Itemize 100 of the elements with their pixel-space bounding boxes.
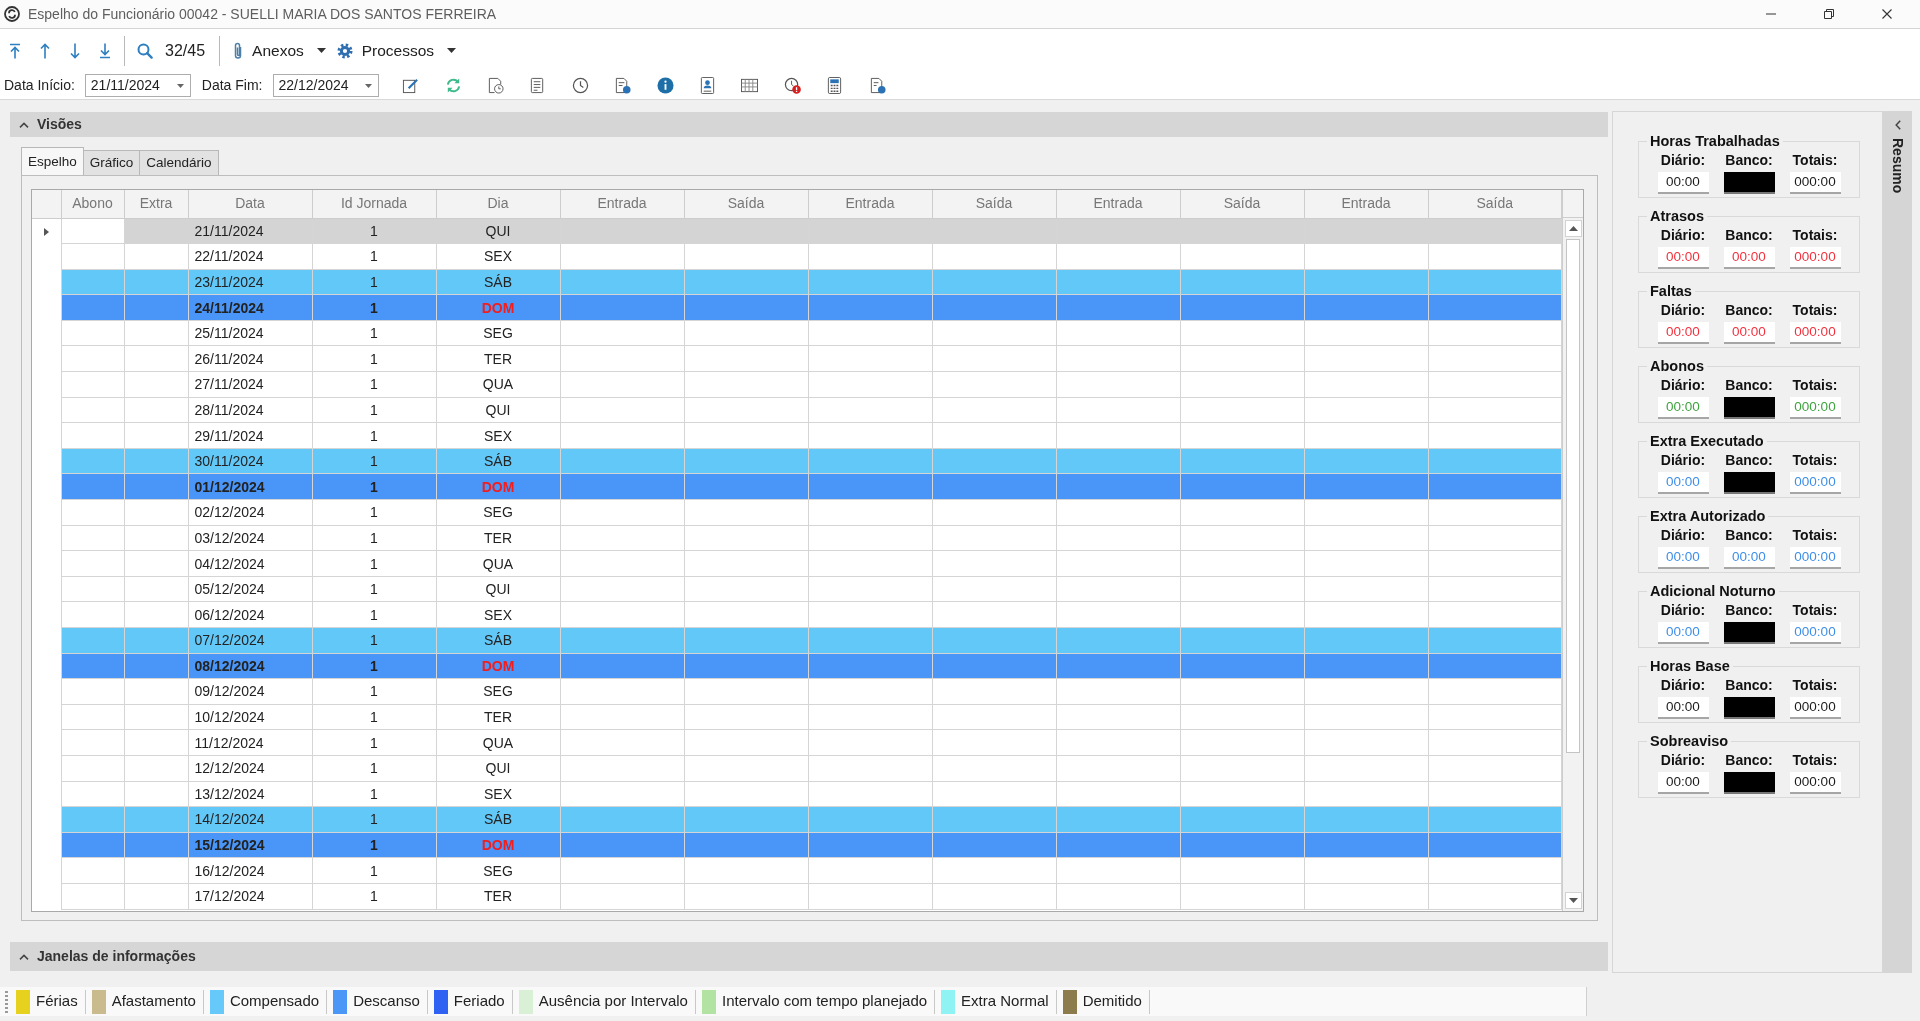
- table-row[interactable]: 21/11/2024 1 QUI: [32, 218, 1562, 244]
- table-cell: 1: [312, 832, 436, 858]
- field-label: Data Início:: [4, 76, 75, 95]
- legend-label: Extra Normal: [961, 991, 1049, 1012]
- column-header[interactable]: Entrada: [1304, 190, 1428, 218]
- field-label: Diário:: [1660, 452, 1706, 469]
- table-cell: 22/11/2024: [188, 243, 312, 270]
- column-header[interactable]: Saída: [1428, 190, 1562, 218]
- tab[interactable]: Gráfico: [82, 150, 141, 175]
- scroll-down-button[interactable]: [1564, 892, 1582, 909]
- tab[interactable]: Espelho: [21, 147, 84, 175]
- refresh-icon: [444, 77, 462, 94]
- column-header[interactable]: Entrada: [808, 190, 932, 218]
- field-label: Totais:: [1792, 377, 1838, 394]
- table-cell: SÁB: [436, 806, 560, 833]
- grip-icon: [5, 990, 8, 1013]
- arrow-to-bottom-icon: [99, 42, 111, 59]
- column-header[interactable]: Saída: [684, 190, 808, 218]
- section-header-bar[interactable]: Visões: [10, 112, 1608, 137]
- table-cell: 1: [312, 806, 436, 833]
- table-cell: SEX: [436, 422, 560, 449]
- date-field[interactable]: 21/11/2024: [84, 74, 191, 97]
- summary-side-tab[interactable]: Resumo: [1883, 111, 1912, 973]
- value-field: 00:00: [1657, 172, 1709, 194]
- search-icon: [137, 42, 153, 59]
- table-cell: 1: [312, 550, 436, 577]
- edit-document-icon: [402, 77, 420, 94]
- menu-dropdown-button[interactable]: Anexos: [226, 35, 330, 66]
- field-label: Banco:: [1725, 452, 1773, 469]
- date-field[interactable]: 22/12/2024: [272, 74, 379, 97]
- field-label: Diário:: [1660, 227, 1706, 244]
- menu-dropdown-button[interactable]: Processos: [329, 35, 461, 66]
- field-label: Banco:: [1725, 677, 1773, 694]
- column-header[interactable]: Saída: [932, 190, 1056, 218]
- table-cell: 08/12/2024: [188, 653, 312, 679]
- table-cell: 09/12/2024: [188, 678, 312, 705]
- table-cell: DOM: [436, 294, 560, 321]
- table-cell: QUA: [436, 550, 560, 577]
- column-header[interactable]: Abono: [61, 190, 124, 218]
- field-label: Diário:: [1660, 602, 1706, 619]
- scrollbar[interactable]: [1563, 218, 1583, 911]
- chevron-up-icon: [19, 953, 29, 960]
- column-header[interactable]: Id Jornada: [312, 190, 436, 218]
- field-label: Totais:: [1792, 602, 1838, 619]
- arrow-to-top-icon: [9, 42, 21, 59]
- tab[interactable]: Calendário: [139, 150, 219, 175]
- table-cell: 29/11/2024: [188, 422, 312, 449]
- scroll-down-icon: [1568, 898, 1578, 903]
- column-header[interactable]: Data: [188, 190, 312, 218]
- section-title: Visões: [37, 115, 82, 134]
- info-icon: [656, 77, 674, 94]
- close-icon: [1882, 9, 1892, 19]
- column-header[interactable]: Saída: [1180, 190, 1304, 218]
- table-cell: QUI: [436, 397, 560, 423]
- column-header[interactable]: Entrada: [1056, 190, 1180, 218]
- table-cell: 01/12/2024: [188, 473, 312, 500]
- table-cell: QUA: [436, 371, 560, 398]
- value-field: 000:00: [1789, 247, 1841, 269]
- table-cell: 25/11/2024: [188, 320, 312, 346]
- legend-label: Feriado: [453, 991, 505, 1012]
- legend-label: Afastamento: [111, 991, 196, 1012]
- caret-down-icon: [316, 48, 326, 53]
- table-cell: 1: [312, 627, 436, 654]
- legend-label: Demitido: [1082, 991, 1142, 1012]
- table-cell: TER: [436, 525, 560, 551]
- column-header[interactable]: Dia: [436, 190, 560, 218]
- value-field: 00:00: [1657, 622, 1709, 644]
- table-cell: TER: [436, 704, 560, 730]
- column-header[interactable]: Entrada: [560, 190, 684, 218]
- table-cell: 1: [312, 601, 436, 628]
- field-label: Diário:: [1660, 302, 1706, 319]
- scroll-up-button[interactable]: [1564, 220, 1582, 237]
- restore-icon: [1824, 9, 1834, 19]
- paperclip-icon: [233, 41, 244, 60]
- value-field: 000:00: [1789, 397, 1841, 419]
- id-card-icon: [698, 77, 716, 94]
- field-label: Banco:: [1725, 527, 1773, 544]
- table-cell: 17/12/2024: [188, 883, 312, 910]
- table-cell: 06/12/2024: [188, 601, 312, 628]
- table-cell: SÁB: [436, 269, 560, 295]
- table-cell: 1: [312, 499, 436, 526]
- field-label: Banco:: [1725, 602, 1773, 619]
- scroll-thumb[interactable]: [1566, 239, 1580, 753]
- field-label: Totais:: [1792, 302, 1838, 319]
- table-cell: 11/12/2024: [188, 729, 312, 756]
- table-cell: DOM: [436, 832, 560, 858]
- table-cell: 1: [312, 857, 436, 884]
- table-cell: 1: [312, 397, 436, 423]
- table-cell: TER: [436, 883, 560, 910]
- column-header[interactable]: Extra: [124, 190, 188, 218]
- table-cell: 26/11/2024: [188, 345, 312, 372]
- table-cell: 28/11/2024: [188, 397, 312, 423]
- document-coin-icon: [868, 77, 886, 94]
- table-cell: 1: [312, 653, 436, 679]
- table-cell: SÁB: [436, 448, 560, 474]
- table-cell: 1: [312, 755, 436, 782]
- field-label: Diário:: [1660, 152, 1706, 169]
- section-header-bar[interactable]: Janelas de informações: [10, 942, 1608, 971]
- table-cell: 1: [312, 729, 436, 756]
- field-label: Totais:: [1792, 227, 1838, 244]
